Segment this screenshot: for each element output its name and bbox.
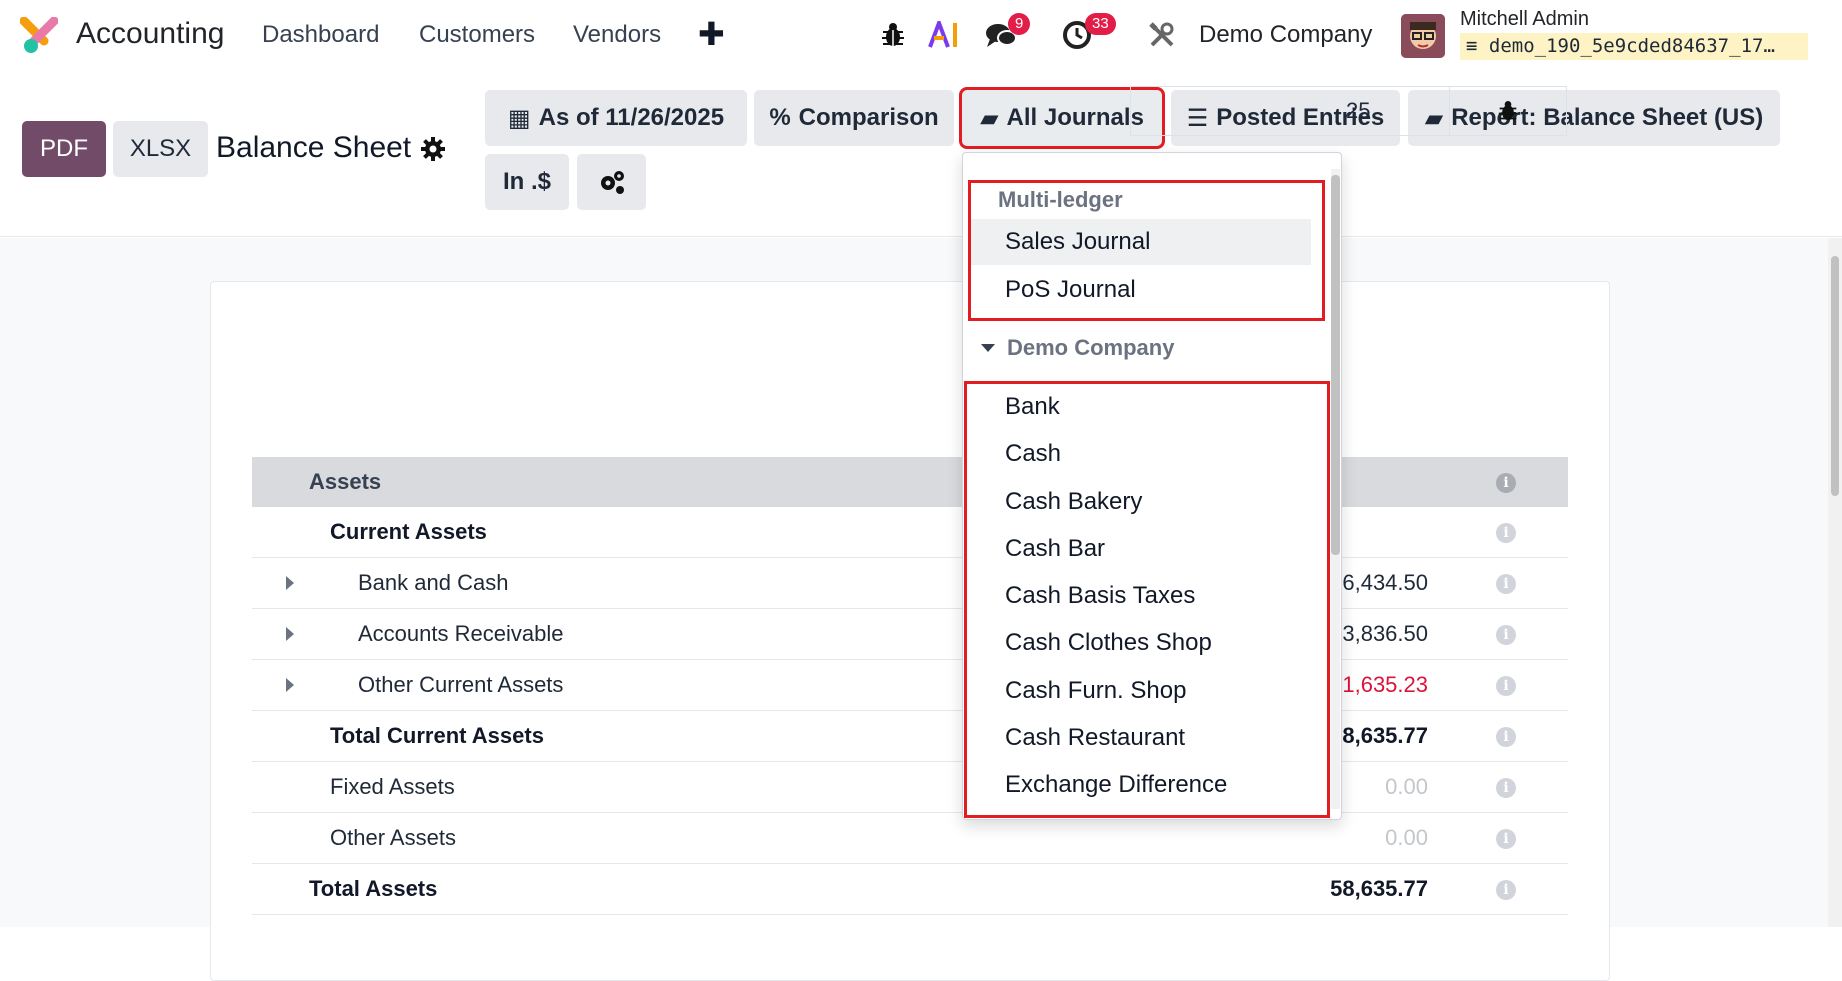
rounding-button[interactable]: In .$ (485, 154, 569, 210)
journals-dropdown: Multi-ledger Sales Journal PoS Journal D… (962, 152, 1342, 820)
messages-badge: 9 (1008, 13, 1031, 35)
company-group-toggle[interactable]: Demo Company (981, 335, 1174, 361)
activities-badge: 33 (1085, 13, 1116, 35)
date-column-label: 25 (1131, 87, 1451, 135)
journal-item[interactable]: Exchange Difference (971, 762, 1311, 808)
table-row: Total Current Assets 8,635.77 i (252, 711, 1568, 762)
journal-item[interactable]: Cash (971, 431, 1311, 477)
table-row: Other Assets 0.00 i (252, 813, 1568, 864)
page-title: Balance Sheet (216, 131, 412, 164)
comparison-filter-label: Comparison (798, 104, 939, 131)
date-column-header: 25 (1130, 86, 1567, 136)
expand-caret-icon[interactable] (286, 678, 294, 692)
info-icon[interactable]: i (1496, 574, 1516, 594)
row-label: Fixed Assets (330, 774, 455, 799)
expand-caret-icon[interactable] (286, 576, 294, 590)
page-scrollbar-thumb[interactable] (1831, 256, 1839, 496)
row-amount[interactable]: 6,434.50 (1342, 570, 1428, 596)
journal-item-sales[interactable]: Sales Journal (971, 219, 1311, 265)
expand-caret-icon[interactable] (286, 627, 294, 641)
database-icon: ≡ (1466, 35, 1478, 57)
table-row[interactable]: Other Current Assets 1,635.23 i (252, 660, 1568, 711)
app-name[interactable]: Accounting (76, 17, 224, 51)
journal-item[interactable]: Cash Bar (971, 526, 1311, 572)
database-name: ≡ demo_190_5e9cded84637_17… (1460, 33, 1808, 60)
nav-dashboard[interactable]: Dashboard (262, 21, 379, 49)
debug-bug-icon[interactable] (1450, 87, 1566, 135)
row-label[interactable]: Other Current Assets (358, 672, 563, 698)
journal-item[interactable]: Cash Basis Taxes (971, 573, 1311, 619)
date-filter-label: As of 11/26/2025 (538, 104, 725, 131)
user-name[interactable]: Mitchell Admin (1460, 8, 1589, 31)
multi-ledger-title: Multi-ledger (998, 187, 1123, 212)
info-icon[interactable]: i (1496, 523, 1516, 543)
row-label[interactable]: Accounts Receivable (358, 621, 563, 647)
balance-sheet-table: Assets i Current Assets i Bank and Cash … (252, 457, 1568, 915)
info-icon[interactable]: i (1496, 625, 1516, 645)
info-icon[interactable]: i (1496, 880, 1516, 900)
row-label: Total Assets (309, 876, 438, 901)
row-amount[interactable]: 1,635.23 (1342, 672, 1428, 698)
journal-item-pos[interactable]: PoS Journal (971, 267, 1311, 313)
nav-customers[interactable]: Customers (419, 21, 535, 49)
row-label: Other Assets (330, 825, 456, 850)
row-amount[interactable]: 3,836.50 (1342, 621, 1428, 647)
percent-icon: % (769, 104, 791, 131)
options-gears-button[interactable] (577, 154, 646, 210)
row-label[interactable]: Bank and Cash (358, 570, 508, 596)
info-icon[interactable]: i (1496, 473, 1516, 493)
accounting-app-icon[interactable] (20, 17, 58, 55)
gears-icon (600, 171, 624, 194)
row-label: Total Current Assets (330, 723, 544, 748)
company-switcher[interactable]: Demo Company (1199, 21, 1372, 49)
row-amount: 0.00 (1385, 774, 1428, 799)
top-navbar: Accounting Dashboard Customers Vendors ✚… (0, 0, 1842, 72)
journal-item[interactable]: Bank (971, 384, 1311, 430)
info-icon[interactable]: i (1496, 676, 1516, 696)
nav-vendors[interactable]: Vendors (573, 21, 661, 49)
table-row: Fixed Assets 0.00 i (252, 762, 1568, 813)
dropdown-scrollbar-thumb[interactable] (1331, 175, 1340, 555)
info-icon[interactable]: i (1496, 778, 1516, 798)
debug-bug-icon[interactable] (876, 18, 910, 52)
journals-filter-label: All Journals (1006, 104, 1144, 131)
caret-down-icon (981, 344, 995, 352)
settings-tools-icon[interactable] (1145, 18, 1179, 52)
book-icon: ▰ (980, 104, 999, 132)
info-icon[interactable]: i (1496, 829, 1516, 849)
row-amount: 58,635.77 (1330, 876, 1428, 901)
row-label: Assets (309, 469, 382, 494)
database-label: demo_190_5e9cded84637_17… (1488, 35, 1775, 57)
journal-item[interactable]: Cash Restaurant (971, 715, 1311, 761)
table-row[interactable]: Bank and Cash 6,434.50 i (252, 558, 1568, 609)
pdf-button[interactable]: PDF (22, 121, 106, 177)
table-row: Current Assets i (252, 507, 1568, 558)
xlsx-button[interactable]: XLSX (113, 121, 208, 177)
date-filter-button[interactable]: ▦ As of 11/26/2025 (485, 90, 747, 146)
gear-icon[interactable] (420, 136, 446, 162)
table-row: Total Assets 58,635.77 i (252, 864, 1568, 915)
row-amount: 0.00 (1385, 825, 1428, 850)
row-amount: 8,635.77 (1342, 723, 1428, 748)
table-row: Assets i (252, 457, 1568, 507)
journal-item[interactable]: Cash Clothes Shop (971, 620, 1311, 666)
comparison-filter-button[interactable]: % Comparison (754, 90, 954, 146)
ai-icon[interactable] (928, 18, 962, 52)
row-label: Current Assets (330, 519, 487, 544)
user-avatar[interactable] (1401, 14, 1445, 58)
calendar-icon: ▦ (507, 104, 531, 132)
info-icon[interactable]: i (1496, 727, 1516, 747)
company-group-label: Demo Company (1007, 335, 1175, 360)
journal-item[interactable]: Cash Bakery (971, 479, 1311, 525)
quick-create-plus-icon[interactable]: ✚ (698, 15, 725, 53)
table-row[interactable]: Accounts Receivable 3,836.50 i (252, 609, 1568, 660)
journal-item[interactable]: Cash Furn. Shop (971, 668, 1311, 714)
